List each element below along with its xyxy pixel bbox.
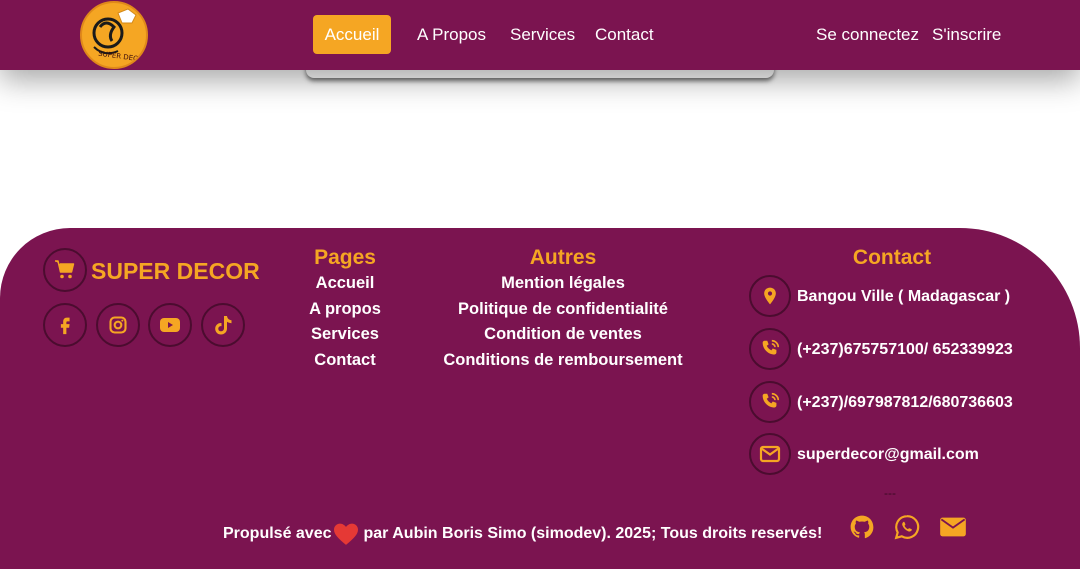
footer-link-confidentialite[interactable]: Politique de confidentialité (458, 300, 668, 319)
phone-icon-badge-2 (749, 381, 791, 423)
footer: SUPER DECOR Pages Accueil A propos Servi… (0, 228, 1080, 569)
facebook-link[interactable] (43, 303, 87, 347)
phone-icon (762, 339, 780, 355)
facebook-icon (60, 317, 70, 335)
pages-title: Pages (314, 246, 376, 269)
footer-link-a-propos[interactable]: A propos (309, 300, 381, 319)
youtube-icon (160, 318, 180, 332)
footer-link-mentions-legales[interactable]: Mention légales (501, 274, 625, 293)
contact-address: Bangou Ville ( Madagascar ) (797, 288, 1011, 305)
contact-title: Contact (852, 246, 932, 269)
contact-phone-2: (+237)/697987812/680736603 (797, 394, 1013, 411)
instagram-link[interactable] (96, 303, 140, 347)
cart-icon (55, 260, 75, 279)
instagram-icon (109, 316, 127, 334)
nav-item-contact[interactable]: Contact (595, 25, 654, 45)
location-icon (764, 287, 776, 305)
envelope-icon-badge (749, 433, 791, 475)
footer-link-accueil[interactable]: Accueil (316, 274, 375, 293)
footer-link-contact[interactable]: Contact (314, 351, 375, 370)
nav-item-services[interactable]: Services (510, 25, 575, 45)
envelope-icon (759, 445, 781, 463)
location-icon-badge (749, 275, 791, 317)
divider-dash: --- (884, 486, 896, 500)
copyright: Propulsé avec par Aubin Boris Simo (simo… (223, 522, 822, 546)
signup-link[interactable]: S'inscrire (932, 25, 1001, 45)
envelope-icon[interactable] (939, 514, 967, 540)
whatsapp-icon[interactable] (894, 514, 920, 540)
youtube-link[interactable] (148, 303, 192, 347)
footer-brand-name: SUPER DECOR (91, 258, 260, 284)
heart-icon (333, 523, 358, 545)
cart-icon-badge (43, 248, 87, 292)
tiktok-icon (215, 316, 232, 335)
copyright-prefix: Propulsé avec (223, 525, 332, 542)
phone-icon (762, 392, 780, 408)
autres-title: Autres (529, 246, 597, 269)
github-icon[interactable] (849, 514, 875, 540)
footer-link-remboursement[interactable]: Conditions de remboursement (443, 351, 682, 370)
contact-phone-1: (+237)675757100/ 652339923 (797, 341, 1013, 358)
nav-item-accueil[interactable]: Accueil (313, 15, 391, 54)
login-link[interactable]: Se connectez (816, 25, 919, 45)
footer-link-conditions-ventes[interactable]: Condition de ventes (484, 325, 642, 344)
nav-item-a-propos[interactable]: A Propos (417, 25, 486, 45)
tiktok-link[interactable] (201, 303, 245, 347)
contact-email: superdecor@gmail.com (797, 446, 979, 463)
footer-link-services[interactable]: Services (311, 325, 379, 344)
copyright-suffix: par Aubin Boris Simo (simodev). 2025; To… (363, 525, 823, 542)
phone-icon-badge (749, 328, 791, 370)
navbar: SUPER DECOR Accueil A Propos Services Co… (0, 0, 1080, 70)
brand-logo[interactable]: SUPER DECOR (80, 1, 148, 69)
